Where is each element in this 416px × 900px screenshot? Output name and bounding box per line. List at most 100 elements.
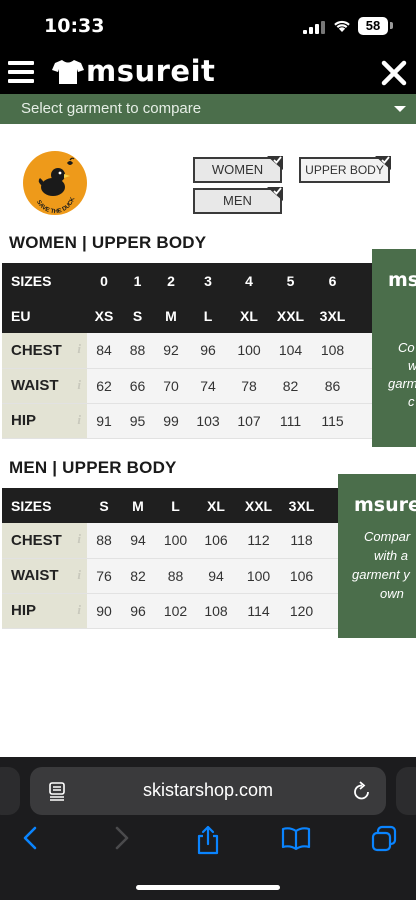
- men-waist-row: WAIST i 76 82 88 94 100 106: [2, 558, 339, 594]
- promo-text-line: with a: [374, 548, 408, 563]
- garment-select-placeholder: Select garment to compare: [21, 100, 202, 117]
- men-chest-row: CHEST i 88 94 100 106 112 118: [2, 523, 339, 559]
- women-section-title: WOMEN | UPPER BODY: [9, 233, 207, 252]
- compare-promo-panel[interactable]: msu Co w garm c: [372, 249, 416, 447]
- home-indicator[interactable]: [136, 885, 280, 890]
- measure-cell: 114: [236, 593, 281, 629]
- measure-cell: 120: [281, 593, 322, 629]
- measure-cell: 106: [196, 523, 236, 559]
- compare-promo-panel[interactable]: msure Compar with a garment y own: [338, 474, 416, 638]
- info-icon[interactable]: i: [77, 567, 81, 583]
- eu-size-cell: 3XL: [311, 298, 354, 333]
- back-icon[interactable]: [20, 825, 42, 851]
- measure-cell: 66: [121, 368, 154, 404]
- measure-cell: 100: [155, 523, 196, 559]
- measure-cell: 92: [154, 333, 188, 369]
- info-icon[interactable]: i: [77, 531, 81, 547]
- measure-cell: 94: [121, 523, 155, 559]
- garment-select-dropdown[interactable]: Select garment to compare: [0, 94, 416, 124]
- info-icon[interactable]: i: [77, 602, 81, 618]
- eu-size-cell: XXL: [270, 298, 311, 333]
- duck-icon: SAVE THE DUCK: [35, 157, 77, 215]
- women-sizes-row: SIZES 0 1 2 3 4 5 6: [2, 263, 392, 298]
- measure-cell: 96: [121, 593, 155, 629]
- measure-cell: 86: [311, 368, 354, 404]
- sizes-label: SIZES: [2, 488, 87, 523]
- measure-cell: 76: [87, 558, 121, 594]
- measure-cell: 94: [196, 558, 236, 594]
- filter-women-button[interactable]: WOMEN: [193, 156, 283, 183]
- measure-cell: 96: [188, 333, 228, 369]
- measure-cell: 90: [87, 593, 121, 629]
- measure-cell: 108: [196, 593, 236, 629]
- size-cell: M: [121, 488, 155, 523]
- measure-cell: 99: [154, 403, 188, 439]
- eu-size-cell: XS: [87, 298, 121, 333]
- info-icon[interactable]: i: [77, 341, 81, 357]
- size-cell: 5: [270, 263, 311, 298]
- next-tab-pill[interactable]: [396, 767, 416, 815]
- measure-cell: 74: [188, 368, 228, 404]
- women-eu-row: EU XS S M L XL XXL 3XL: [2, 298, 392, 333]
- eu-size-cell: XL: [228, 298, 270, 333]
- filter-upper-body-button[interactable]: UPPER BODY: [299, 156, 391, 183]
- measure-cell: 106: [281, 558, 322, 594]
- size-cell: S: [87, 488, 121, 523]
- status-time: 10:33: [44, 15, 105, 37]
- address-bar[interactable]: skistarshop.com: [30, 767, 386, 815]
- save-the-duck-logo: SAVE THE DUCK: [23, 151, 87, 215]
- promo-logo-text: msu: [388, 269, 416, 291]
- info-icon[interactable]: i: [77, 377, 81, 393]
- measure-label: CHEST i: [2, 333, 87, 369]
- eu-size-cell: L: [188, 298, 228, 333]
- men-size-table: SIZES S M L XL XXL 3XL CHEST i 88 94 100 …: [2, 488, 339, 629]
- app-header: msureit: [0, 52, 416, 94]
- measure-label: WAIST i: [2, 368, 87, 404]
- tshirt-logo-icon: [52, 60, 84, 84]
- reload-icon[interactable]: [352, 780, 372, 802]
- checkmark-icon: [267, 187, 283, 201]
- measure-cell: 108: [311, 333, 354, 369]
- hip-label: HIP: [11, 602, 37, 619]
- previous-tab-pill[interactable]: [0, 767, 20, 815]
- forward-icon[interactable]: [110, 825, 132, 851]
- measure-cell: 100: [236, 558, 281, 594]
- measure-cell: 78: [228, 368, 270, 404]
- promo-text-line: garm: [388, 376, 416, 391]
- measure-cell: 62: [87, 368, 121, 404]
- browser-toolbar: skistarshop.com: [0, 757, 416, 900]
- wifi-icon: [334, 20, 350, 32]
- promo-logo-text: msure: [354, 494, 416, 516]
- close-icon[interactable]: [380, 59, 408, 87]
- promo-text-line: Compar: [364, 529, 411, 544]
- promo-text-line: own: [380, 586, 404, 601]
- cellular-signal-icon: [303, 21, 325, 34]
- share-icon[interactable]: [195, 825, 221, 855]
- tabs-icon[interactable]: [370, 825, 398, 853]
- app-logo-text[interactable]: msureit: [86, 54, 215, 88]
- info-icon[interactable]: i: [77, 412, 81, 428]
- bookmarks-icon[interactable]: [281, 825, 311, 851]
- size-cell: 4: [228, 263, 270, 298]
- measure-cell: 70: [154, 368, 188, 404]
- status-bar: 10:33 58: [0, 0, 416, 52]
- eu-label: EU: [2, 298, 87, 333]
- women-waist-row: WAIST i 62 66 70 74 78 82 86: [2, 368, 392, 404]
- promo-text-line: c: [408, 394, 415, 409]
- measure-cell: 115: [311, 403, 354, 439]
- measure-cell: 91: [87, 403, 121, 439]
- men-hip-row: HIP i 90 96 102 108 114 120: [2, 593, 339, 629]
- measure-cell: 111: [270, 403, 311, 439]
- brand-arc-text: SAVE THE DUCK: [35, 196, 77, 215]
- battery-indicator: 58: [358, 17, 388, 35]
- measure-cell: 107: [228, 403, 270, 439]
- size-cell: 1: [121, 263, 154, 298]
- hamburger-menu-icon[interactable]: [8, 61, 34, 83]
- filter-men-button[interactable]: MEN: [193, 187, 283, 214]
- size-cell: 6: [311, 263, 354, 298]
- eu-size-cell: S: [121, 298, 154, 333]
- women-chest-row: CHEST i 84 88 92 96 100 104 108: [2, 333, 392, 369]
- promo-text-line: Co: [398, 340, 415, 355]
- measure-cell: 118: [281, 523, 322, 559]
- measure-cell: 102: [155, 593, 196, 629]
